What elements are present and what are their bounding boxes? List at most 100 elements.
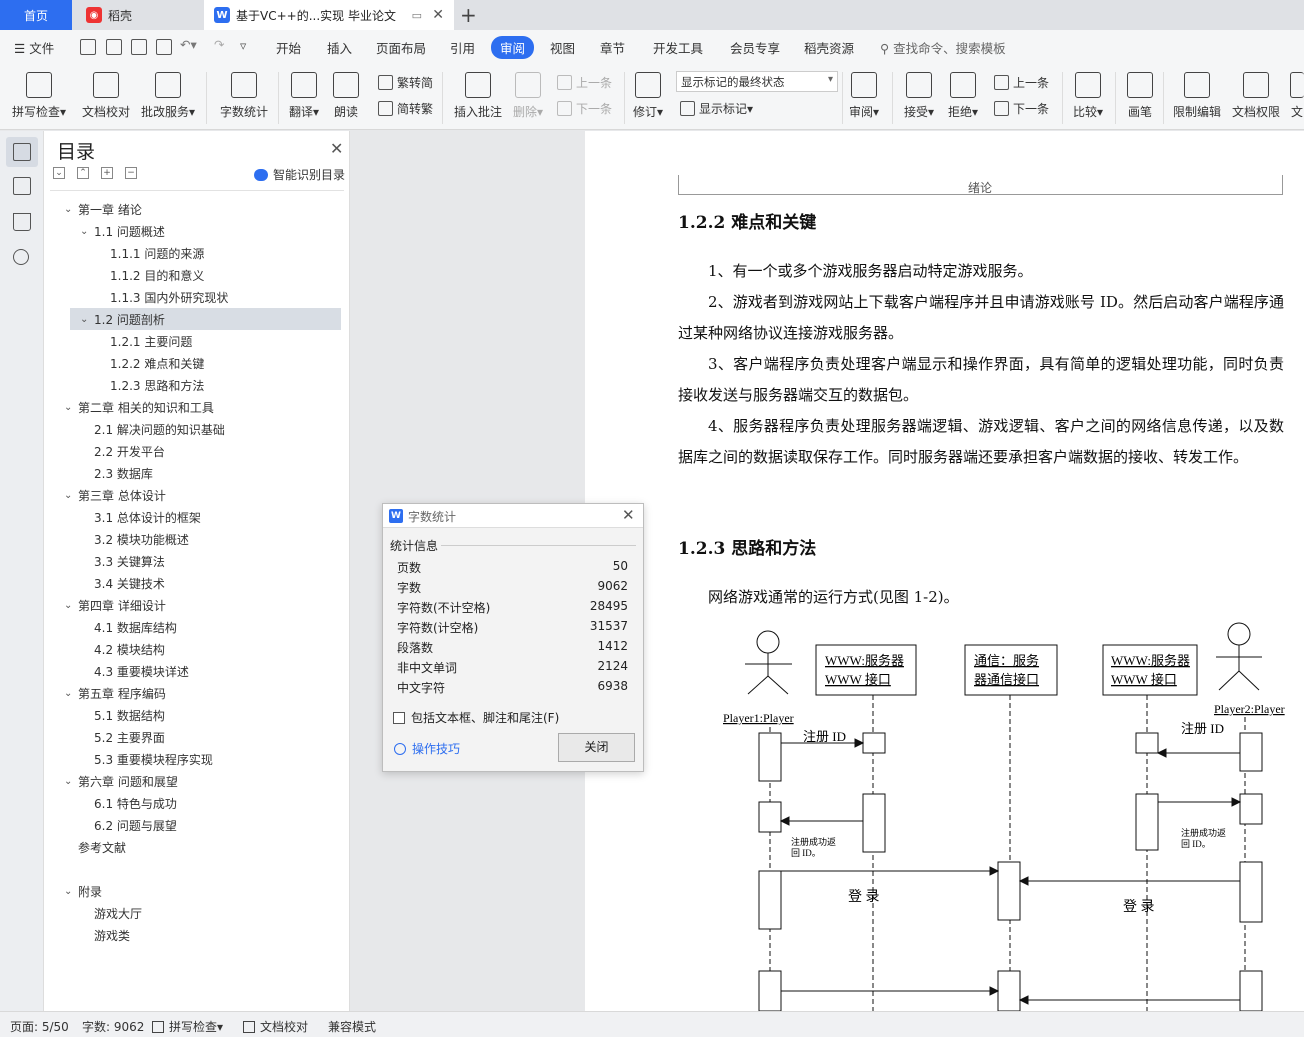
toc-item[interactable]: ⌄ 1.2 问题剖析 (70, 308, 341, 330)
toc-item[interactable]: ⌄ 第二章 相关的知识和工具 (64, 396, 214, 418)
menu-member[interactable]: 会员专享 (730, 38, 780, 57)
include-textbox-checkbox[interactable]: 包括文本框、脚注和尾注(F) (393, 709, 559, 726)
status-doc-proof[interactable]: 文档校对 (243, 1018, 308, 1035)
toc-item[interactable] (64, 858, 78, 880)
status-page[interactable]: 页面: 5/50 (10, 1018, 69, 1035)
restrict-edit-button[interactable]: 限制编辑 (1173, 72, 1221, 120)
print-preview-icon[interactable] (156, 39, 172, 55)
toc-item[interactable]: 参考文献 (64, 836, 126, 858)
menu-reference[interactable]: 引用 (450, 38, 475, 57)
delete-comment-button[interactable]: 删除▾ (513, 72, 543, 120)
revise-button[interactable]: 修订▾ (633, 72, 663, 120)
toc-toggle-icon[interactable]: ⌄ (64, 886, 78, 897)
toc-item[interactable]: 6.1 特色与成功 (80, 792, 177, 814)
toc-toggle-icon[interactable]: ⌄ (64, 776, 78, 787)
toc-item[interactable]: 游戏类 (80, 924, 130, 946)
toc-item[interactable]: 1.1.3 国内外研究现状 (96, 286, 228, 308)
toc-item[interactable]: 3.1 总体设计的框架 (80, 506, 201, 528)
tab-document[interactable]: W 基于VC++的...实现 毕业论文 ▭ ✕ (204, 0, 454, 30)
toc-item[interactable]: 6.2 问题与展望 (80, 814, 177, 836)
toc-item[interactable]: 2.1 解决问题的知识基础 (80, 418, 225, 440)
simp-to-trad-button[interactable]: 简转繁 (378, 100, 433, 117)
show-markup-button[interactable]: 显示标记 ▾ (680, 100, 753, 117)
doc-permission-button[interactable]: 文档权限 (1232, 72, 1280, 120)
translate-button[interactable]: 翻译▾ (289, 72, 319, 120)
toc-toggle-icon[interactable]: ⌄ (64, 600, 78, 611)
toc-item[interactable]: 3.3 关键算法 (80, 550, 165, 572)
menu-developer[interactable]: 开发工具 (653, 38, 703, 57)
insert-comment-button[interactable]: 插入批注 (454, 72, 502, 120)
prev-change-button[interactable]: 上一条 (994, 74, 1049, 91)
reject-button[interactable]: 拒绝▾ (948, 72, 978, 120)
pin-icon[interactable]: ▭ (412, 9, 422, 22)
toc-item[interactable]: 1.2.2 难点和关键 (96, 352, 204, 374)
toc-item[interactable]: 4.3 重要模块详述 (80, 660, 189, 682)
search-command[interactable]: ⚲ 查找命令、搜索模板 (880, 38, 1006, 57)
status-spell-check[interactable]: 拼写检查 ▾ (152, 1018, 223, 1035)
review-pane-button[interactable]: 审阅▾ (849, 72, 879, 120)
menu-start[interactable]: 开始 (276, 38, 301, 57)
toc-toggle-icon[interactable]: ⌄ (80, 314, 94, 325)
toc-item[interactable]: ⌄ 附录 (64, 880, 102, 902)
close-tab-icon[interactable]: ✕ (432, 7, 444, 23)
menu-insert[interactable]: 插入 (327, 38, 352, 57)
tab-home[interactable]: 首页 (0, 0, 72, 30)
save-icon[interactable] (80, 39, 96, 55)
next-change-button[interactable]: 下一条 (994, 100, 1049, 117)
dialog-close-button[interactable]: 关闭 (558, 733, 635, 762)
toc-item[interactable]: ⌄ 第五章 程序编码 (64, 682, 166, 704)
search-panel-icon[interactable] (13, 249, 29, 265)
markup-mode-select[interactable]: 显示标记的最终状态 (676, 71, 838, 92)
menu-review[interactable]: 审阅 (491, 36, 535, 59)
undo-icon[interactable]: ↶▾ (180, 37, 197, 52)
export-pdf-icon[interactable] (106, 39, 122, 55)
menu-page-layout[interactable]: 页面布局 (376, 38, 426, 57)
toc-expand-icon[interactable]: ⌃ (77, 167, 89, 179)
navigation-icon[interactable] (13, 177, 31, 195)
toc-item[interactable]: ⌄ 1.1 问题概述 (80, 220, 165, 242)
accept-button[interactable]: 接受▾ (904, 72, 934, 120)
smart-toc-button[interactable]: 智能识别目录 (254, 166, 345, 183)
toc-item[interactable]: ⌄ 第六章 问题和展望 (64, 770, 178, 792)
toc-item[interactable]: 4.1 数据库结构 (80, 616, 177, 638)
trad-to-simp-button[interactable]: 繁转简 (378, 74, 433, 91)
tips-link[interactable]: 操作技巧 (394, 740, 460, 757)
next-comment-button[interactable]: 下一条 (557, 100, 612, 117)
menu-chapter[interactable]: 章节 (600, 38, 625, 57)
more-ribbon-button[interactable]: 文 (1290, 72, 1304, 120)
toc-item[interactable]: 5.2 主要界面 (80, 726, 165, 748)
toc-collapse-icon[interactable]: ⌄ (53, 167, 65, 179)
dialog-close-icon[interactable]: ✕ (622, 506, 635, 524)
toc-item[interactable]: ⌄ 第三章 总体设计 (64, 484, 166, 506)
toc-add-icon[interactable]: + (101, 167, 113, 179)
prev-comment-button[interactable]: 上一条 (557, 74, 612, 91)
menu-view[interactable]: 视图 (550, 38, 575, 57)
file-menu[interactable]: ☰ 文件 (14, 38, 54, 57)
toc-item[interactable]: 3.2 模块功能概述 (80, 528, 189, 550)
toc-close-icon[interactable]: ✕ (330, 139, 343, 158)
pen-button[interactable]: 画笔 (1127, 72, 1153, 120)
checkbox-box[interactable] (393, 711, 405, 724)
toc-item[interactable]: 5.3 重要模块程序实现 (80, 748, 213, 770)
toc-item[interactable]: 2.3 数据库 (80, 462, 153, 484)
quick-access-dropdown-icon[interactable]: ▿ (240, 38, 246, 53)
tab-daoke[interactable]: ◉ 稻壳 (76, 0, 202, 30)
toc-item[interactable]: ⌄ 第一章 绪论 (64, 198, 142, 220)
toc-item[interactable]: 1.2.3 思路和方法 (96, 374, 204, 396)
toc-item[interactable]: 2.2 开发平台 (80, 440, 165, 462)
toc-toggle-icon[interactable]: ⌄ (64, 688, 78, 699)
toc-panel-icon[interactable] (13, 143, 31, 161)
toc-toggle-icon[interactable]: ⌄ (80, 226, 94, 237)
redo-icon[interactable]: ↷ (214, 37, 224, 52)
bookmark-icon[interactable] (13, 213, 31, 231)
toc-toggle-icon[interactable]: ⌄ (64, 204, 78, 215)
toc-item[interactable]: 5.1 数据结构 (80, 704, 165, 726)
doc-proof-button[interactable]: 文档校对 (82, 72, 130, 120)
compare-button[interactable]: 比较▾ (1073, 72, 1103, 120)
spell-check-button[interactable]: 拼写检查▾ (12, 72, 66, 120)
batch-service-button[interactable]: 批改服务▾ (141, 72, 195, 120)
status-words[interactable]: 字数: 9062 (82, 1018, 144, 1035)
toc-item[interactable]: 3.4 关键技术 (80, 572, 165, 594)
menu-daoke-resources[interactable]: 稻壳资源 (804, 38, 854, 57)
toc-item[interactable]: ⌄ 第四章 详细设计 (64, 594, 166, 616)
